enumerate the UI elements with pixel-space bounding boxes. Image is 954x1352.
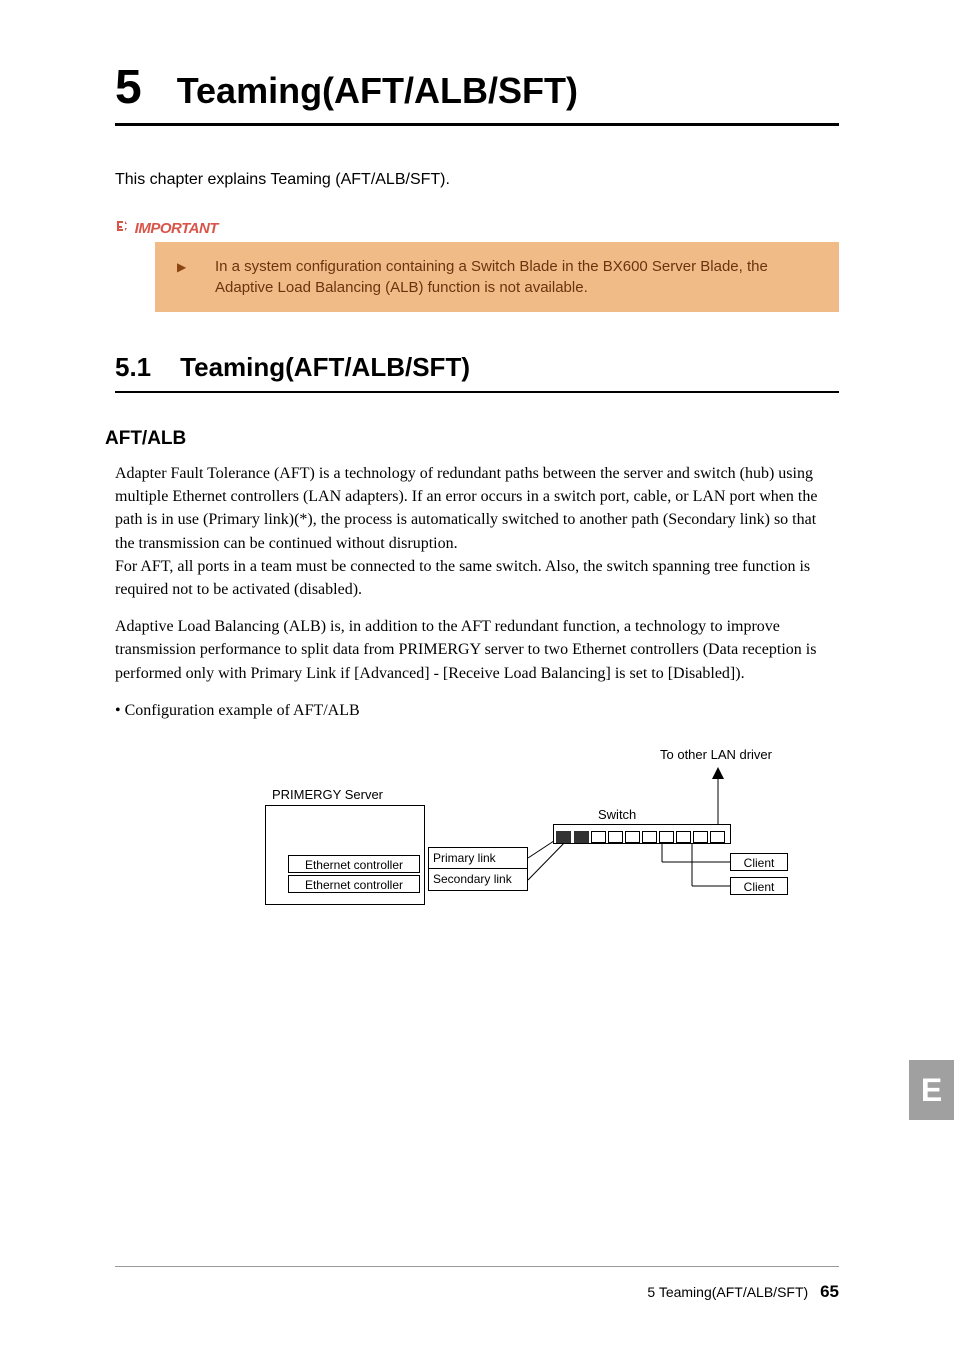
important-icon [115, 219, 129, 237]
switch-port-icon [556, 831, 571, 843]
switch-port-icon [676, 831, 691, 843]
important-label-text: IMPORTANT [135, 220, 218, 237]
primergy-label: PRIMERGY Server [272, 787, 383, 802]
footer-line [115, 1266, 839, 1267]
switch-port-icon [710, 831, 725, 843]
important-text: In a system configuration containing a S… [215, 256, 819, 298]
chapter-title: Teaming(AFT/ALB/SFT) [177, 70, 578, 112]
body-para2: Adaptive Load Balancing (ALB) is, in add… [115, 615, 839, 685]
section-header: 5.1 Teaming(AFT/ALB/SFT) [115, 352, 839, 393]
chapter-number: 5 [115, 60, 142, 115]
intro-text: This chapter explains Teaming (AFT/ALB/S… [115, 171, 839, 189]
secondary-link-label: Secondary link [429, 869, 527, 890]
arrow-right-icon: ▶ [177, 260, 186, 275]
chapter-header: 5 Teaming(AFT/ALB/SFT) [115, 60, 839, 126]
important-box: ▶ In a system configuration containing a… [155, 242, 839, 312]
switch-port-icon [642, 831, 657, 843]
switch-port-icon [693, 831, 708, 843]
client-2: Client [730, 877, 788, 895]
diagram-top-label: To other LAN driver [660, 747, 772, 762]
switch-body [553, 824, 731, 844]
section-title: Teaming(AFT/ALB/SFT) [180, 352, 470, 382]
switch-port-icon [591, 831, 606, 843]
footer: 5 Teaming(AFT/ALB/SFT) 65 [647, 1282, 839, 1302]
important-label: IMPORTANT [115, 219, 839, 237]
switch-port-icon [625, 831, 640, 843]
switch-port-icon [608, 831, 623, 843]
switch-label: Switch [598, 807, 636, 822]
client-1: Client [730, 853, 788, 871]
section-number: 5.1 [115, 352, 151, 382]
diagram: To other LAN driver PRIMERGY Server Ethe… [200, 747, 839, 927]
footer-text: 5 Teaming(AFT/ALB/SFT) [647, 1284, 808, 1300]
primary-link-label: Primary link [429, 848, 527, 869]
subsection-header: AFT/ALB [105, 428, 839, 450]
body-para1: Adapter Fault Tolerance (AFT) is a techn… [115, 462, 839, 601]
eth-controller-1: Ethernet controller [288, 855, 420, 873]
switch-port-icon [659, 831, 674, 843]
side-tab: E [909, 1060, 954, 1120]
bullet-text: • Configuration example of AFT/ALB [115, 699, 839, 722]
link-labels: Primary link Secondary link [428, 847, 528, 891]
eth-controller-2: Ethernet controller [288, 875, 420, 893]
footer-page: 65 [820, 1282, 839, 1301]
switch-port-icon [574, 831, 589, 843]
